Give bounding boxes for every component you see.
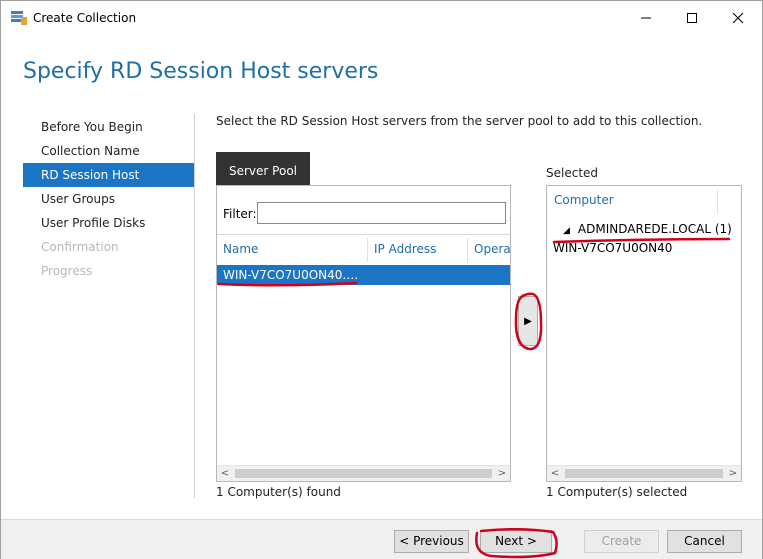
minimize-button[interactable] (623, 1, 669, 35)
add-server-button[interactable]: ▶ (518, 296, 538, 346)
maximize-button[interactable] (669, 1, 715, 35)
selected-group-name: ADMINDAREDE.LOCAL (1) (577, 222, 732, 236)
nav-item-progress: Progress (41, 264, 93, 278)
column-header-ip-address[interactable]: IP Address (367, 238, 467, 262)
selected-label: Selected (546, 166, 599, 180)
nav-item-user-groups[interactable]: User Groups (23, 187, 194, 211)
collapse-triangle-icon[interactable]: ◢ (563, 226, 570, 236)
tab-server-pool[interactable]: Server Pool (216, 152, 310, 186)
selected-horizontal-scrollbar[interactable]: < > (547, 465, 741, 481)
column-header-operating-system[interactable]: Operat (467, 238, 510, 262)
previous-button[interactable]: < Previous (394, 530, 469, 553)
play-arrow-icon: ▶ (524, 315, 532, 327)
wizard-nav: Before You Begin Collection Name RD Sess… (23, 115, 194, 283)
scroll-right-icon[interactable]: > (725, 466, 741, 482)
minimize-icon (641, 17, 651, 19)
nav-item-collection-name[interactable]: Collection Name (23, 139, 194, 163)
scroll-thumb[interactable] (565, 469, 723, 478)
nav-item-confirmation: Confirmation (41, 240, 119, 254)
selected-status: 1 Computer(s) selected (546, 485, 688, 499)
scroll-left-icon[interactable]: < (217, 466, 233, 482)
scroll-right-icon[interactable]: > (494, 466, 510, 482)
selected-group[interactable]: ◢ ADMINDAREDE.LOCAL (1) (553, 222, 732, 236)
instruction-text: Select the RD Session Host servers from … (216, 114, 703, 128)
pool-column-headers: Name IP Address Operat (217, 238, 510, 262)
pool-separator (217, 234, 510, 235)
scroll-left-icon[interactable]: < (547, 466, 563, 482)
column-header-name[interactable]: Name (217, 238, 367, 262)
selected-panel: Computer ◢ ADMINDAREDE.LOCAL (1) WIN-V7CO… (546, 185, 742, 482)
nav-item-user-profile-disks[interactable]: User Profile Disks (23, 211, 194, 235)
pool-status: 1 Computer(s) found (216, 485, 341, 499)
list-item[interactable]: WIN-V7CO7U0ON40 (553, 241, 672, 255)
filter-input[interactable] (257, 202, 506, 224)
cancel-button[interactable]: Cancel (667, 530, 742, 553)
title-bar: Create Collection (1, 1, 762, 35)
pool-horizontal-scrollbar[interactable]: < > (217, 465, 510, 481)
server-pool-panel: Filter: Name IP Address Operat WIN-V7CO7… (216, 185, 511, 482)
nav-item-before-you-begin[interactable]: Before You Begin (23, 115, 194, 139)
filter-label: Filter: (223, 207, 257, 221)
create-collection-window: Create Collection Specify RD Session Hos… (0, 0, 763, 559)
maximize-icon (687, 13, 697, 23)
server-manager-app-icon (11, 11, 27, 25)
server-name-cell: WIN-V7CO7U0ON40.ad... (223, 268, 363, 282)
close-icon (732, 12, 744, 24)
table-row[interactable]: WIN-V7CO7U0ON40.ad... (217, 265, 510, 285)
nav-item-rd-session-host[interactable]: RD Session Host (23, 163, 194, 187)
column-header-computer[interactable]: Computer (547, 190, 718, 214)
wizard-footer: < Previous Next > Create Cancel (1, 519, 762, 559)
create-button: Create (584, 530, 659, 553)
scroll-thumb[interactable] (235, 469, 492, 478)
nav-divider (194, 114, 195, 498)
next-button[interactable]: Next > (480, 530, 552, 553)
window-title: Create Collection (33, 11, 137, 25)
close-button[interactable] (715, 1, 761, 35)
page-title: Specify RD Session Host servers (23, 59, 379, 84)
